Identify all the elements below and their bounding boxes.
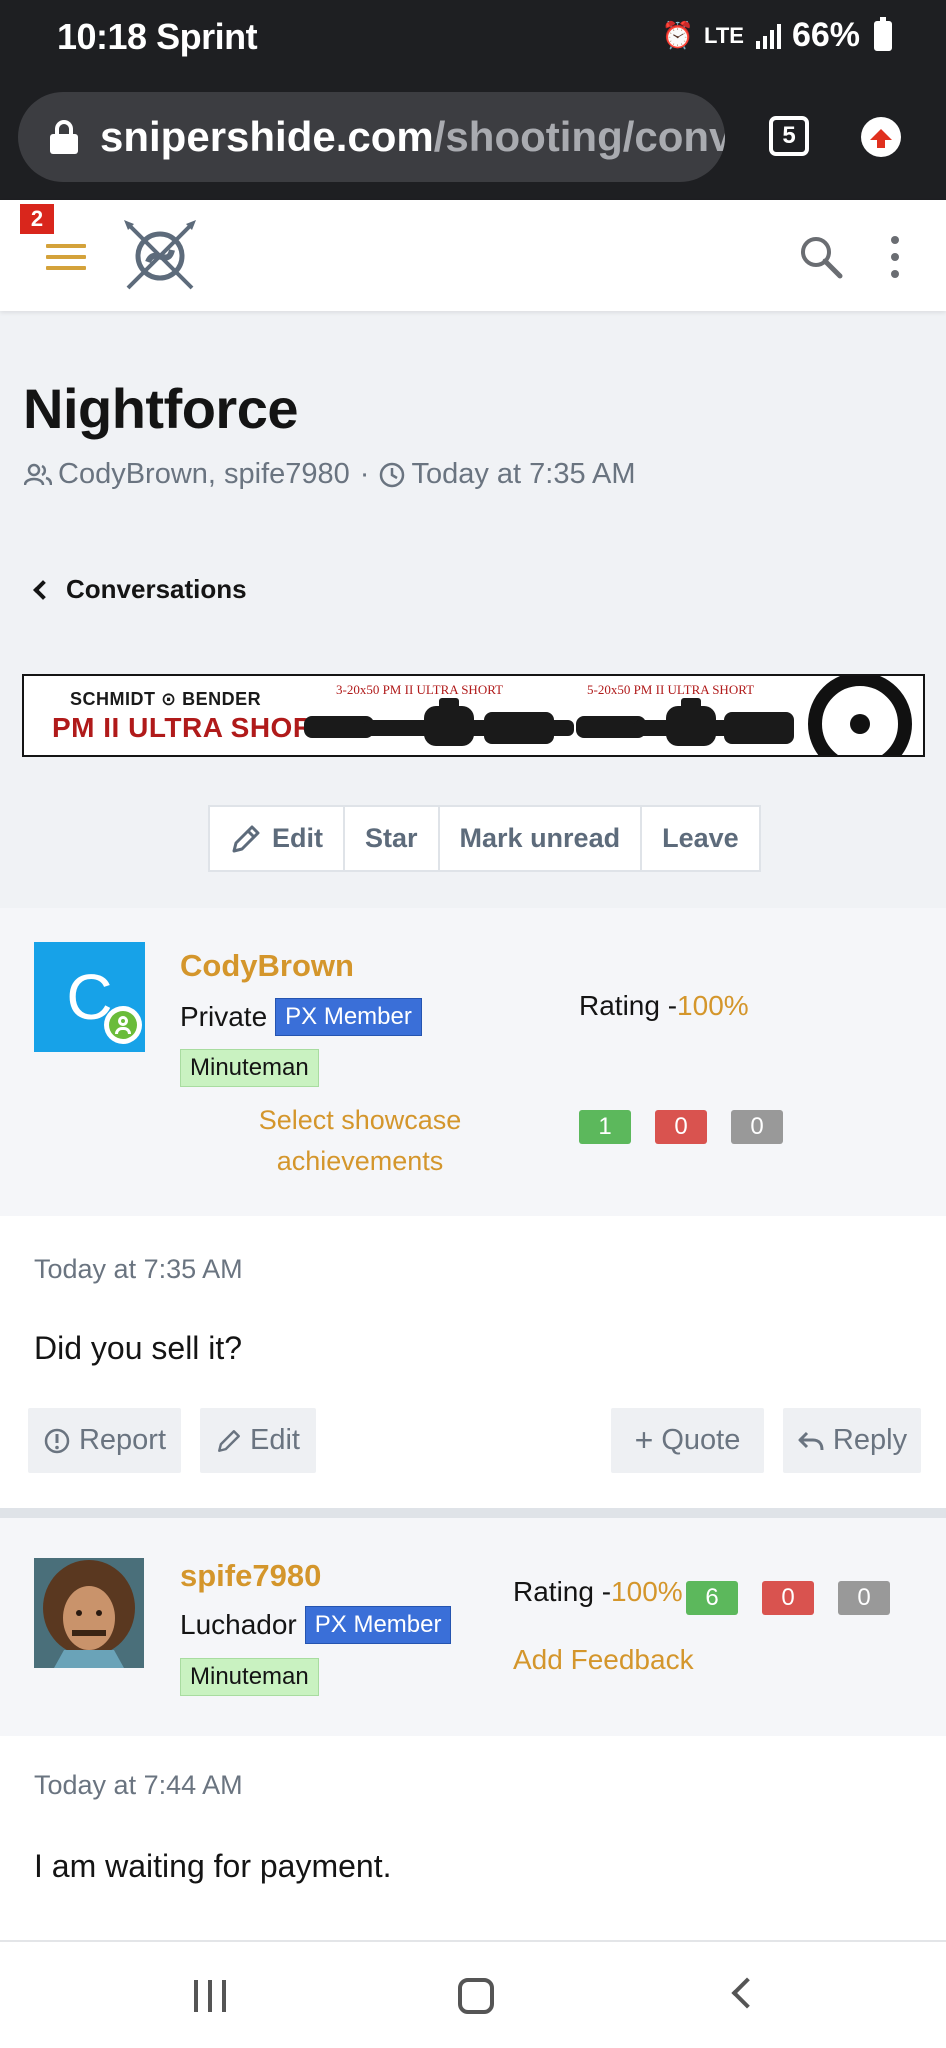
status-time: 10:18 Sprint [57,16,258,57]
feedback-negative[interactable]: 0 [655,1110,707,1144]
quote-label: Quote [661,1424,741,1456]
report-button[interactable]: Report [28,1408,181,1473]
message-2-body: Today at 7:44 AM I am waiting for paymen… [0,1736,946,1940]
lock-icon [50,120,78,154]
px-member-badge: PX Member [275,998,422,1036]
message-time[interactable]: Today at 7:35 AM [34,1254,243,1285]
avatar[interactable] [34,1558,144,1668]
banner-brand: SCHMIDT ⊙ BENDER [70,689,262,709]
reply-icon [798,1431,824,1450]
reply-button[interactable]: Reply [783,1408,921,1473]
rating-percent: 100% [611,1576,683,1607]
feedback-positive[interactable]: 1 [579,1110,631,1144]
target-graphic [808,676,912,755]
url-text[interactable]: snipershide.com/shooting/conv [100,113,725,161]
edit-conversation-button[interactable]: Edit [210,807,345,870]
leave-button[interactable]: Leave [642,807,759,870]
url-path: /shooting/conv [433,113,725,160]
pencil-icon [232,825,260,852]
clock-icon [380,462,405,487]
chevron-left-icon [33,579,53,600]
update-button[interactable] [861,117,901,157]
minuteman-badge: Minuteman [180,1049,319,1087]
site-header: 2 [0,200,946,311]
home-icon[interactable] [458,1978,494,2014]
network-label: LTE [704,22,744,48]
feedback-neutral[interactable]: 0 [838,1581,890,1615]
back-to-conversations[interactable]: Conversations [33,574,247,605]
conversation-actions: Edit Star Mark unread Leave [208,805,761,872]
browser-toolbar: snipershide.com/shooting/conv 5 [0,78,946,200]
rating-label: Rating - [513,1576,612,1607]
mark-unread-button[interactable]: Mark unread [440,807,643,870]
notification-badge[interactable]: 2 [20,204,54,234]
edit-message-label: Edit [250,1424,300,1456]
recents-icon[interactable] [194,1980,226,2012]
plus-icon: + [634,1422,654,1458]
url-bar[interactable]: snipershide.com/shooting/conv [18,92,725,182]
participants-icon [24,463,52,485]
quote-button[interactable]: + Quote [611,1408,764,1473]
user-title: Luchador PX Member [180,1606,452,1644]
username[interactable]: CodyBrown [180,948,354,984]
banner-product: PM II ULTRA SHORT [52,712,332,743]
online-status-icon [104,1006,142,1044]
user-rank: Private [180,1001,268,1032]
report-label: Report [78,1424,167,1456]
message-2-user: spife7980 Luchador PX Member Minuteman R… [0,1518,946,1736]
add-feedback-link[interactable]: Add Feedback [513,1644,694,1676]
message-text: I am waiting for payment. [34,1848,392,1884]
rating-label: Rating - [579,990,678,1021]
menu-icon[interactable] [46,244,86,270]
more-options-icon[interactable] [880,236,910,278]
tabs-button[interactable]: 5 [769,116,809,156]
rating: Rating -100% [513,1576,683,1608]
search-icon[interactable] [798,234,844,280]
px-member-badge: PX Member [304,1606,452,1644]
feedback-neutral[interactable]: 0 [731,1110,783,1144]
thread-meta: CodyBrown, spife7980 · Today at 7:35 AM [24,458,636,491]
rating-percent: 100% [677,990,749,1021]
arrow-up-icon [870,128,892,148]
message-1-user: C CodyBrown Private PX Member Minuteman … [0,908,946,1216]
page-title: Nightforce [23,377,299,440]
banner-scope2-label: 5-20x50 PM II ULTRA SHORT [587,682,755,697]
banner-ad[interactable]: SCHMIDT ⊙ BENDER PM II ULTRA SHORT 3-20x… [22,674,925,757]
edit-message-button[interactable]: Edit [200,1408,316,1473]
reply-label: Reply [832,1424,908,1456]
message-text: Did you sell it? [34,1330,243,1366]
select-showcase-link[interactable]: Select showcase achievements [210,1100,510,1181]
user-rank: Luchador [180,1609,297,1640]
back-icon[interactable] [731,1977,763,2009]
signal-icon [755,23,781,49]
user-title: Private PX Member [180,998,422,1036]
alarm-icon: ⏰ [661,20,695,50]
message-divider [0,1508,946,1518]
participants: CodyBrown, spife7980 [58,458,350,490]
battery-icon [874,16,892,51]
meta-separator: · [359,458,370,490]
avatar-photo-image [34,1558,144,1668]
back-label: Conversations [66,574,247,604]
minuteman-badge: Minuteman [180,1658,319,1696]
star-button[interactable]: Star [345,807,440,870]
feedback-negative[interactable]: 0 [762,1581,814,1615]
feedback-positive[interactable]: 6 [686,1581,738,1615]
message-time[interactable]: Today at 7:44 AM [34,1770,243,1801]
status-bar: 10:18 Sprint ⏰ LTE 66% [0,0,946,78]
pencil-icon [218,1429,240,1452]
rating: Rating -100% [579,990,749,1022]
url-host: snipershide.com [100,113,434,160]
system-nav-bar [0,1940,946,2048]
message-1-body: Today at 7:35 AM Did you sell it? Report… [0,1216,946,1508]
status-icons: ⏰ LTE 66% [662,16,892,55]
banner-scope1-label: 3-20x50 PM II ULTRA SHORT [336,682,504,697]
edit-label: Edit [272,823,323,853]
site-logo[interactable] [120,216,200,296]
battery-percent: 66% [791,16,860,54]
thread-start-time[interactable]: Today at 7:35 AM [411,458,635,491]
username[interactable]: spife7980 [180,1558,321,1594]
alert-icon [44,1428,70,1453]
